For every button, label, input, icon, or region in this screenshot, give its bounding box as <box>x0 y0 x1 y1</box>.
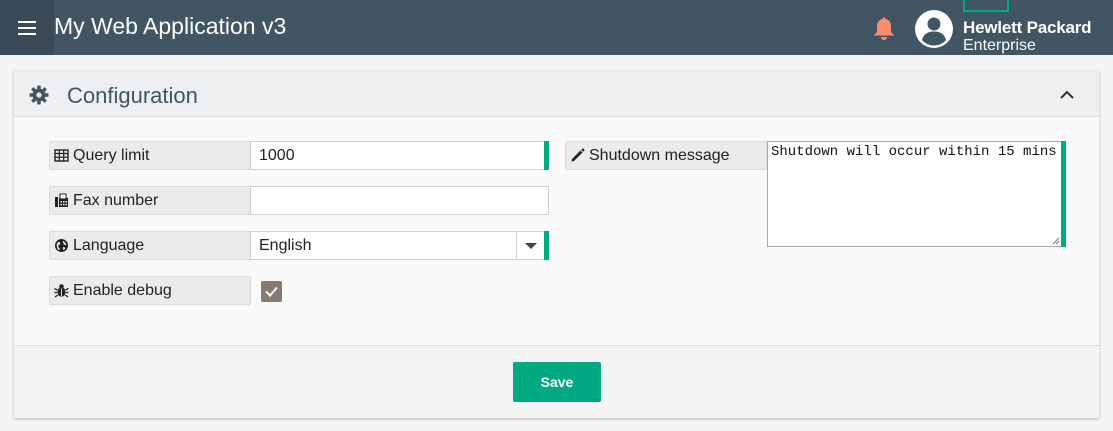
fax-icon <box>55 193 68 207</box>
dropdown-arrow-icon[interactable] <box>516 232 544 259</box>
shutdown-message-valid-indicator <box>1061 141 1066 247</box>
query-limit-input[interactable] <box>259 146 544 165</box>
checkmark-icon <box>265 286 278 297</box>
configuration-card: Configuration Query limit 1000 Fax numbe… <box>14 71 1099 418</box>
app-title: My Web Application v3 <box>54 13 287 39</box>
enable-debug-checkbox[interactable] <box>261 281 282 302</box>
fax-number-input[interactable] <box>259 191 548 210</box>
brand-line-1: Hewlett Packard <box>963 18 1092 37</box>
query-limit-label-text: Query limit <box>73 146 150 164</box>
brand-element-icon <box>963 0 1009 12</box>
shutdown-message-label: Shutdown message <box>565 141 767 170</box>
table-icon <box>54 149 69 162</box>
card-title: Configuration <box>67 83 198 108</box>
enable-debug-label-text: Enable debug <box>73 281 172 299</box>
shutdown-message-text: Shutdown will occur within 15 mins <box>771 144 1057 160</box>
language-label: Language <box>49 231 251 260</box>
language-selected-value: English <box>259 236 312 254</box>
query-limit-valid-indicator <box>544 141 549 170</box>
fax-number-field[interactable] <box>250 186 549 215</box>
gear-icon <box>29 85 49 105</box>
resize-grip-icon[interactable] <box>1052 237 1060 245</box>
enable-debug-label: Enable debug <box>49 276 251 305</box>
card-footer: Save <box>14 345 1099 418</box>
pencil-icon <box>571 148 585 162</box>
bug-icon <box>54 284 69 298</box>
brand-line-2: Enterprise <box>963 37 1036 54</box>
query-limit-label: Query limit <box>49 141 251 170</box>
language-label-text: Language <box>73 236 145 254</box>
brand-logo: Hewlett Packard Enterprise <box>963 0 1113 55</box>
language-valid-indicator <box>544 231 549 260</box>
shutdown-message-label-text: Shutdown message <box>589 146 730 164</box>
bell-icon[interactable] <box>873 16 895 40</box>
globe-icon <box>55 239 68 252</box>
app-header: My Web Application v3 Hewlett Packard En… <box>0 0 1113 55</box>
language-select[interactable]: English <box>250 231 545 260</box>
save-button[interactable]: Save <box>513 362 601 402</box>
fax-number-label-text: Fax number <box>73 191 159 209</box>
hamburger-icon <box>18 20 36 35</box>
fax-number-label: Fax number <box>49 186 251 215</box>
user-avatar-icon[interactable] <box>914 9 954 49</box>
menu-button[interactable] <box>0 0 54 55</box>
shutdown-message-textarea[interactable]: Shutdown will occur within 15 mins <box>767 141 1062 247</box>
card-header[interactable]: Configuration <box>14 71 1099 117</box>
chevron-up-icon[interactable] <box>1057 85 1077 105</box>
query-limit-field[interactable] <box>250 141 545 170</box>
